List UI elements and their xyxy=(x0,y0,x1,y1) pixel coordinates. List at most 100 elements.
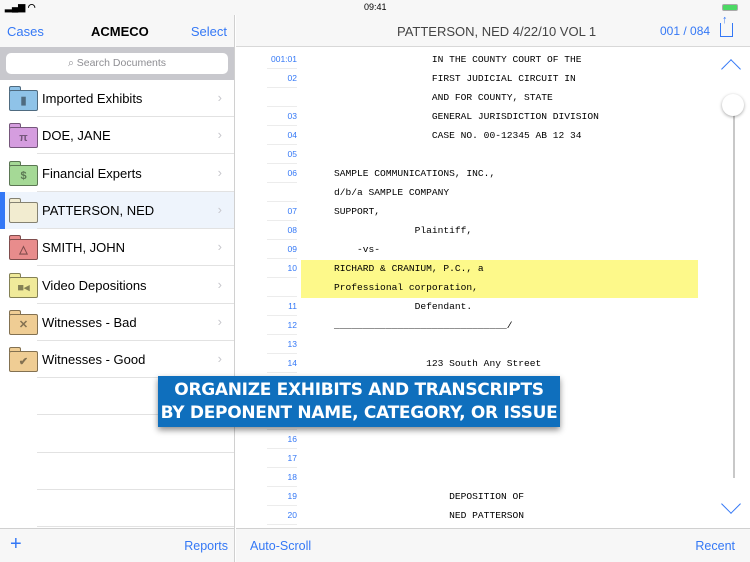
line-number: 02 xyxy=(267,69,297,88)
transcript-line[interactable]: IN THE COUNTY COURT OF THE xyxy=(334,50,582,69)
line-number: 001:01 xyxy=(267,50,297,69)
page-counter[interactable]: 001 / 084 xyxy=(660,24,710,38)
transcript-line[interactable]: ______________________________/ xyxy=(334,316,512,335)
folder-label: Imported Exhibits xyxy=(42,91,143,106)
search-input[interactable]: ⌕ Search Documents xyxy=(6,53,228,74)
recent-button[interactable]: Recent xyxy=(695,539,735,553)
folder-row[interactable]: π DOE, JANE › xyxy=(0,117,234,155)
scroll-down-icon[interactable] xyxy=(721,494,741,514)
folder-row[interactable]: ■◂ Video Depositions › xyxy=(0,267,234,304)
folder-video-icon: ■◂ xyxy=(9,272,38,298)
document-title: PATTERSON, NED 4/22/10 VOL 1 xyxy=(397,24,597,39)
line-number: 18 xyxy=(267,468,297,487)
folder-label: Video Depositions xyxy=(42,277,147,293)
folder-label: DOE, JANE xyxy=(42,128,111,144)
chevron-right-icon: › xyxy=(217,276,222,292)
line-number: 03 xyxy=(267,107,297,126)
status-time: 09:41 xyxy=(364,2,387,12)
chevron-right-icon: › xyxy=(217,127,222,143)
banner-line-2: BY DEPONENT NAME, CATEGORY, OR ISSUE xyxy=(160,403,558,423)
select-button[interactable]: Select xyxy=(191,24,227,39)
folder-label: SMITH, JOHN xyxy=(42,240,126,256)
folder-document-icon: ▮ xyxy=(9,86,38,111)
line-number: 05 xyxy=(267,145,297,164)
line-number: 19 xyxy=(267,487,297,506)
folder-row[interactable]: △ SMITH, JOHN › xyxy=(0,229,234,267)
transcript-line[interactable]: SUPPORT, xyxy=(334,202,380,221)
line-number: 20 xyxy=(267,506,297,525)
line-number: 12 xyxy=(267,316,297,335)
status-bar: ▂▄▆ ◠ 09:41 xyxy=(0,0,750,15)
folder-row[interactable]: ✔ Witnesses - Good › xyxy=(0,341,234,379)
line-number: 14 xyxy=(267,354,297,373)
chevron-right-icon: › xyxy=(217,164,222,180)
chevron-right-icon: › xyxy=(217,90,222,105)
line-number: 11 xyxy=(267,297,297,316)
line-number: 08 xyxy=(267,221,297,240)
transcript-line[interactable]: GENERAL JURISDICTION DIVISION xyxy=(334,107,599,126)
banner-line-1: ORGANIZE EXHIBITS AND TRANSCRIPTS xyxy=(174,380,544,400)
folder-row[interactable]: PATTERSON, NED › xyxy=(0,191,234,229)
sidebar-footer: + Reports xyxy=(0,528,234,562)
signal-wifi-icon: ▂▄▆ ◠ xyxy=(5,2,36,12)
transcript-line[interactable]: d/b/a SAMPLE COMPANY xyxy=(334,183,449,202)
folder-label: Witnesses - Bad xyxy=(42,314,137,330)
folder-row[interactable]: ▮ Imported Exhibits › xyxy=(0,80,234,117)
transcript-line[interactable]: RICHARD & CRANIUM, P.C., a xyxy=(334,259,484,278)
transcript-line[interactable]: Professional corporation, xyxy=(334,278,478,297)
folder-x-icon: ✕ xyxy=(9,309,38,335)
auto-scroll-button[interactable]: Auto-Scroll xyxy=(250,539,311,553)
transcript-line[interactable]: FIRST JUDICIAL CIRCUIT IN xyxy=(334,69,576,88)
folder-row[interactable]: $ Financial Experts › xyxy=(0,155,234,192)
cases-back-button[interactable]: Cases xyxy=(7,24,44,39)
transcript-line[interactable]: CASE NO. 00-12345 AB 12 34 xyxy=(334,126,582,145)
share-icon[interactable]: ↑ xyxy=(720,14,733,37)
promo-banner: ORGANIZE EXHIBITS AND TRANSCRIPTS BY DEP… xyxy=(158,376,560,427)
document-nav-bar: PATTERSON, NED 4/22/10 VOL 1 001 / 084 ↑ xyxy=(236,14,750,47)
search-bar: ⌕ Search Documents xyxy=(0,47,234,80)
search-icon: ⌕ xyxy=(67,57,74,69)
folder-row[interactable]: ✕ Witnesses - Bad › xyxy=(0,304,234,341)
folder-pi-icon: π xyxy=(9,123,38,149)
sidebar-nav-bar: Cases ACMECO Select xyxy=(0,15,234,47)
line-number: 09 xyxy=(267,240,297,259)
folder-label: Witnesses - Good xyxy=(42,352,146,368)
transcript-line[interactable]: Defendant. xyxy=(334,297,473,316)
transcript-line[interactable]: Plaintiff, xyxy=(334,221,473,240)
add-button[interactable]: + xyxy=(10,533,22,556)
search-placeholder: Search Documents xyxy=(76,57,167,69)
line-number: 17 xyxy=(267,449,297,468)
line-number: 10 xyxy=(267,259,297,278)
battery-icon xyxy=(722,4,738,11)
line-number xyxy=(267,88,297,107)
folder-check-icon: ✔ xyxy=(9,347,38,373)
transcript-line[interactable]: SAMPLE COMMUNICATIONS, INC., xyxy=(334,164,495,183)
scroll-knob[interactable] xyxy=(722,94,744,116)
chevron-right-icon: › xyxy=(217,239,222,255)
line-number xyxy=(267,278,297,297)
sidebar: Cases ACMECO Select ⌕ Search Documents ▮… xyxy=(0,15,235,562)
transcript-line[interactable]: NED PATTERSON xyxy=(334,506,524,525)
chevron-right-icon: › xyxy=(217,201,222,217)
scroll-up-icon[interactable] xyxy=(721,59,741,79)
transcript-line[interactable]: 123 South Any Street xyxy=(334,354,541,373)
transcript-line[interactable]: AND FOR COUNTY, STATE xyxy=(334,88,553,107)
document-footer: Auto-Scroll Recent xyxy=(236,528,750,562)
line-number: 04 xyxy=(267,126,297,145)
line-number: 07 xyxy=(267,202,297,221)
folder-warning-icon: △ xyxy=(9,235,38,261)
selection-indicator xyxy=(0,191,5,229)
line-number: 06 xyxy=(267,164,297,183)
scroll-track[interactable] xyxy=(733,105,735,478)
line-number: 13 xyxy=(267,335,297,354)
folder-label: PATTERSON, NED xyxy=(42,202,155,218)
line-number: 16 xyxy=(267,430,297,449)
reports-button[interactable]: Reports xyxy=(184,539,228,553)
chevron-right-icon: › xyxy=(217,351,222,367)
chevron-right-icon: › xyxy=(217,313,222,329)
line-number xyxy=(267,183,297,202)
transcript-line[interactable]: DEPOSITION OF xyxy=(334,487,524,506)
empty-row xyxy=(0,490,234,528)
transcript-line[interactable]: -vs- xyxy=(334,240,380,259)
empty-row xyxy=(0,453,234,490)
